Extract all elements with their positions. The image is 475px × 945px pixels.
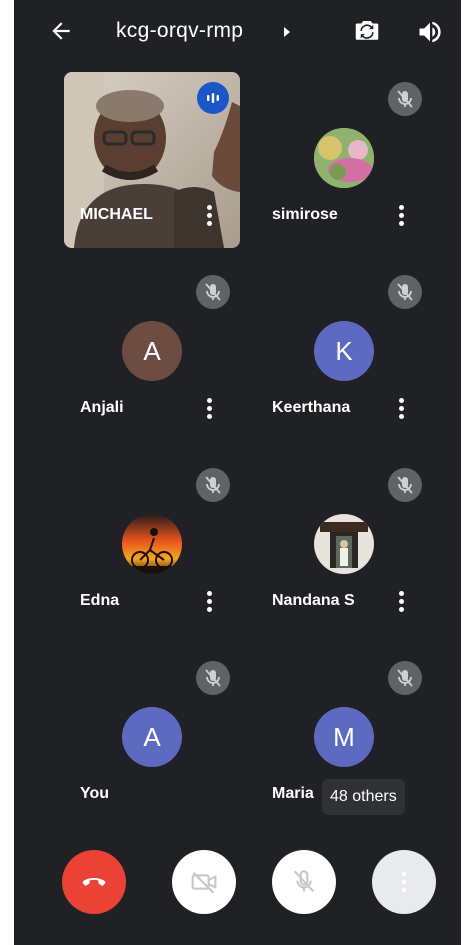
avatar — [314, 514, 374, 574]
participant-tile-you[interactable]: A You — [64, 651, 240, 827]
participant-name: MICHAEL — [80, 206, 153, 223]
mic-off-icon — [196, 661, 230, 695]
avatar — [314, 128, 374, 188]
more-options-icon[interactable] — [200, 395, 218, 423]
mic-off-icon — [388, 275, 422, 309]
mic-off-icon — [388, 82, 422, 116]
meet-screen: kcg-orqv-rmp MICHAEL simirose A Anjali K… — [14, 0, 461, 945]
avatar: A — [122, 707, 182, 767]
mic-toggle-button[interactable] — [272, 850, 336, 914]
participant-name: You — [80, 785, 110, 802]
more-options-icon — [401, 871, 407, 893]
mic-off-icon — [388, 661, 422, 695]
avatar: M — [314, 707, 374, 767]
participant-tile-edna[interactable]: Edna — [64, 458, 240, 634]
participant-name: Edna — [80, 592, 120, 609]
mic-off-icon — [293, 870, 315, 893]
avatar — [122, 514, 182, 574]
end-call-button[interactable] — [62, 850, 126, 914]
back-arrow-icon[interactable] — [48, 18, 74, 44]
switch-camera-icon[interactable] — [352, 16, 382, 46]
call-controls — [14, 850, 461, 920]
participant-tile-simirose[interactable]: simirose — [256, 72, 432, 248]
camera-off-icon — [191, 871, 217, 894]
participant-name: Anjali — [80, 399, 124, 416]
camera-toggle-button[interactable] — [172, 850, 236, 914]
participant-name: Maria — [272, 785, 314, 802]
more-options-icon[interactable] — [392, 395, 410, 423]
participant-name: Nandana S — [272, 592, 355, 609]
more-options-icon[interactable] — [200, 202, 218, 230]
meeting-code[interactable]: kcg-orqv-rmp — [116, 19, 243, 43]
speaking-indicator-icon — [197, 82, 229, 114]
phone-hangup-icon — [82, 878, 106, 886]
caret-right-icon[interactable] — [282, 26, 292, 38]
participant-tile-michael[interactable]: MICHAEL — [64, 72, 240, 248]
mic-off-icon — [388, 468, 422, 502]
participant-name: simirose — [272, 206, 338, 223]
avatar: K — [314, 321, 374, 381]
more-options-icon[interactable] — [200, 588, 218, 616]
participant-tile-keerthana[interactable]: K Keerthana — [256, 265, 432, 441]
top-bar: kcg-orqv-rmp — [14, 0, 461, 64]
more-options-icon[interactable] — [392, 202, 410, 230]
participant-name: Keerthana — [272, 399, 351, 416]
others-count-chip[interactable]: 48 others — [322, 779, 405, 815]
mic-off-icon — [196, 468, 230, 502]
speaker-icon[interactable] — [416, 18, 444, 46]
participant-tile-nandana[interactable]: Nandana S — [256, 458, 432, 634]
mic-off-icon — [196, 275, 230, 309]
avatar: A — [122, 321, 182, 381]
participant-tile-anjali[interactable]: A Anjali — [64, 265, 240, 441]
more-options-button[interactable] — [372, 850, 436, 914]
more-options-icon[interactable] — [392, 588, 410, 616]
